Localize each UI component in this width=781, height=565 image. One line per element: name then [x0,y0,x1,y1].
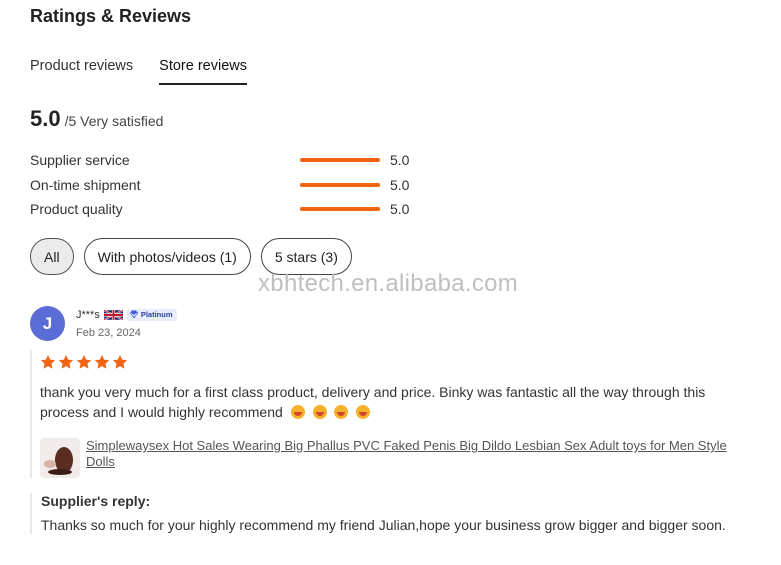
reply-text: Thanks so much for your highly recommend… [41,517,726,533]
supplier-reply: Supplier's reply: Thanks so much for you… [30,493,760,534]
uk-flag-icon [103,308,123,321]
tab-product-reviews[interactable]: Product reviews [30,58,133,85]
star-icon [40,355,56,369]
filter-photos-videos-button[interactable]: With photos/videos (1) [83,238,251,275]
grinning-emoji-icon [312,405,327,419]
grinning-emoji-icon [334,405,349,419]
badge-label: Platinum [140,310,173,319]
filter-all-button[interactable]: All [30,238,74,275]
reviewer-name: J***s [76,308,100,321]
diamond-icon [129,310,138,319]
overall-score: 5.0 /5 Very satisfied [30,106,163,132]
star-icon [76,355,92,369]
reply-title: Supplier's reply: [41,493,151,509]
metric-bar [300,158,380,163]
tab-store-reviews[interactable]: Store reviews [159,58,247,85]
review-tabs: Product reviews Store reviews [30,58,247,85]
grinning-emoji-icon [356,405,371,419]
metric-supplier-service: Supplier service 5.0 [30,148,430,173]
star-icon [58,355,74,369]
avatar: J [30,306,65,341]
review-body: thank you very much for a first class pr… [30,350,760,478]
metric-label: Supplier service [30,152,130,169]
rating-metrics: Supplier service 5.0 On-time shipment 5.… [30,148,430,222]
review-text-content: thank you very much for a first class pr… [40,384,706,420]
metric-label: Product quality [30,201,123,218]
metric-value: 5.0 [390,201,410,218]
watermark: xbhtech.en.alibaba.com [258,270,519,297]
metric-value: 5.0 [390,176,410,193]
star-icon [94,355,110,369]
review-text: thank you very much for a first class pr… [40,382,758,422]
metric-bar [300,207,380,212]
reviewed-product: Simplewaysex Hot Sales Wearing Big Phall… [40,438,760,478]
metric-value: 5.0 [390,152,410,169]
product-title-link[interactable]: Simplewaysex Hot Sales Wearing Big Phall… [86,438,746,470]
metric-bar [300,182,380,187]
metric-product-quality: Product quality 5.0 [30,197,430,222]
score-suffix: /5 Very satisfied [64,113,164,129]
metric-on-time-shipment: On-time shipment 5.0 [30,173,430,198]
score-value: 5.0 [30,106,61,131]
product-thumbnail[interactable] [40,438,80,478]
section-title: Ratings & Reviews [30,6,192,26]
star-rating [40,354,760,370]
metric-label: On-time shipment [30,176,141,193]
reviewer-info: J***s Platinum Feb 23, 2024 [76,308,177,339]
grinning-emoji-icon [290,405,305,419]
review-date: Feb 23, 2024 [76,326,141,339]
product-image-icon [40,438,80,478]
review-header: J J***s Platinum Feb 23, 2024 [30,306,177,341]
platinum-badge: Platinum [126,308,177,321]
star-icon [112,355,128,369]
